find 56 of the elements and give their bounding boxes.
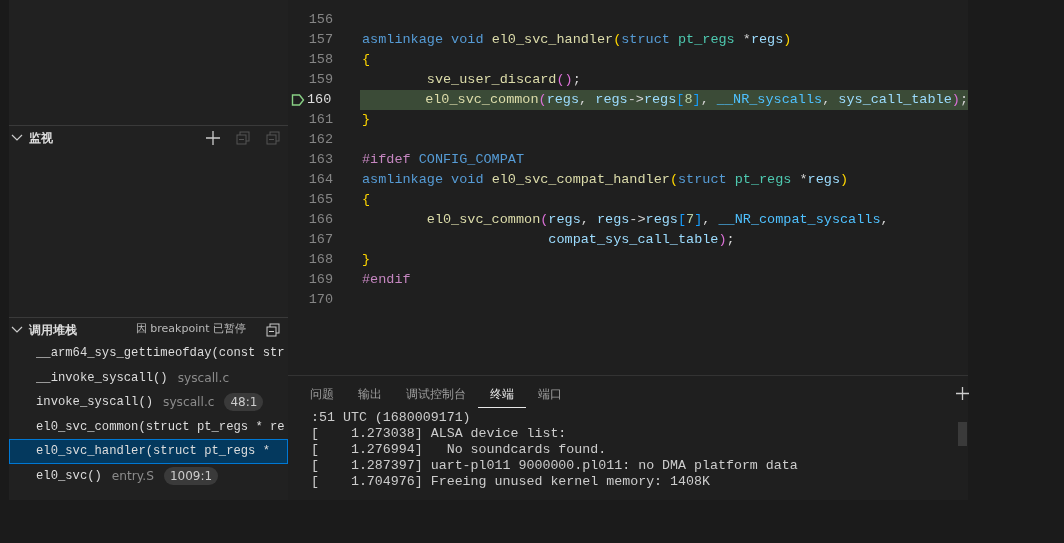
line-number: 157 — [308, 30, 333, 49]
line-number: 160 — [307, 90, 332, 109]
frame-file: entry.S — [111, 467, 154, 485]
terminal-line: [ 1.276994] No soundcards found. — [311, 442, 608, 458]
terminal-line: [ 1.287397] uart-pl011 9000000.pl011: no DMA platform data — [311, 458, 799, 474]
line-number: 161 — [308, 110, 333, 129]
frame-name[interactable]: invoke_syscall() — [36, 393, 154, 412]
stack-frame[interactable]: el0_svc_common(struct pt_regs * re — [9, 414, 288, 439]
stack-frame[interactable]: __arm64_sys_gettimeofday(const str — [9, 341, 288, 366]
line-number: 169 — [308, 270, 333, 289]
line-number: 159 — [308, 70, 333, 89]
code-line: sve_user_discard(); — [425, 71, 582, 89]
scrollbar-thumb[interactable] — [958, 422, 967, 446]
line-number: 163 — [308, 150, 333, 169]
collapse-all-icon[interactable] — [266, 322, 280, 337]
code-line: { — [362, 191, 372, 209]
add-icon[interactable] — [206, 130, 220, 145]
line-number: 156 — [308, 10, 333, 29]
panel-tab[interactable]: 端口 — [526, 378, 574, 408]
code-line: el0_svc_common(regs, regs->regs[7], __NR_compat_syscalls, — [425, 211, 890, 229]
frame-file: syscall.c — [163, 394, 215, 412]
line-number: 162 — [308, 130, 333, 149]
frame-name[interactable]: __invoke_syscall() — [36, 368, 168, 387]
line-number: 165 — [308, 190, 333, 209]
code-line: asmlinkage void el0_svc_handler(struct pt_regs *regs) — [362, 31, 793, 49]
code-line: #ifdef CONFIG_COMPAT — [362, 151, 526, 169]
chevron-down-icon[interactable] — [11, 133, 23, 142]
frame-name[interactable]: el0_svc() — [36, 466, 102, 485]
terminal-line: :51 UTC (1680009171) — [311, 410, 472, 426]
line-number: 164 — [308, 170, 333, 189]
panel-tab[interactable]: 终端 — [478, 378, 526, 408]
chevron-down-icon[interactable] — [11, 325, 23, 334]
line-number: 168 — [308, 250, 333, 269]
terminal-line: [ 1.704976] Freeing unused kernel memory: 1408K — [311, 474, 711, 490]
code-line: { — [362, 51, 372, 69]
line-number: 158 — [308, 50, 333, 69]
code-line: compat_sys_call_table); — [547, 231, 736, 249]
section-title: 监视 — [29, 129, 53, 147]
add-terminal-icon[interactable] — [956, 386, 969, 400]
pause-status: 因 breakpoint 已暂停 — [135, 321, 246, 338]
line-number: 170 — [308, 290, 333, 309]
frame-file: syscall.c — [177, 369, 230, 387]
panel-tab[interactable]: 调试控制台 — [394, 378, 478, 408]
section-title: 调用堆栈 — [29, 321, 77, 339]
stack-frame[interactable]: el0_svc_handler(struct pt_regs * — [9, 439, 288, 464]
line-number: 167 — [308, 230, 333, 249]
line-column-badge: 1009:1 — [163, 466, 219, 485]
panel-tab[interactable]: 问题 — [298, 378, 346, 408]
panel-tab[interactable]: 输出 — [346, 378, 394, 408]
terminal-line: [ 1.273038] ALSA device list: — [311, 426, 568, 442]
line-column-badge: 48:1 — [224, 393, 264, 412]
code-line: asmlinkage void el0_svc_compat_handler(struct pt_regs *regs) — [362, 171, 850, 189]
code-line: } — [362, 251, 372, 269]
line-number: 166 — [308, 210, 333, 229]
code-line: #endif — [362, 271, 412, 289]
code-line: } — [362, 111, 372, 129]
